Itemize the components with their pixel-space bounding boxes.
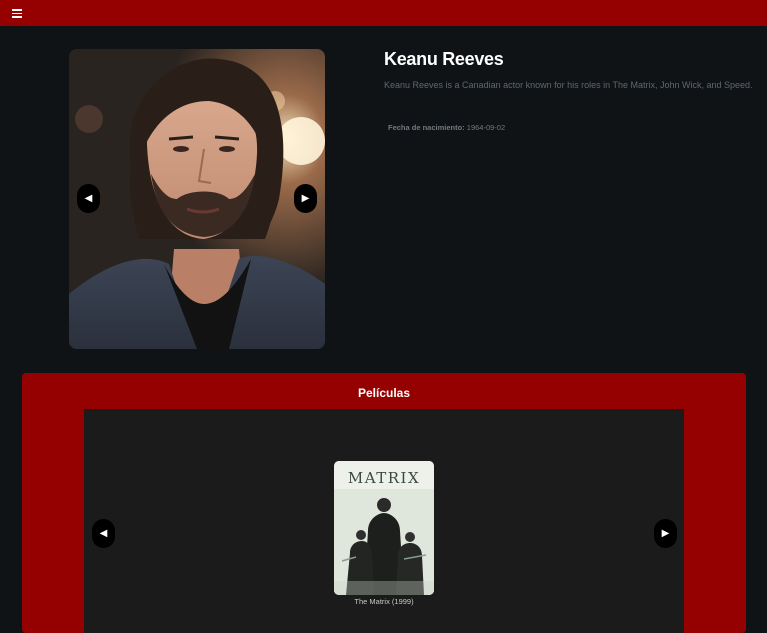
films-prev-button[interactable]: ◀ — [92, 519, 115, 548]
films-title: Películas — [357, 386, 411, 400]
hamburger-menu-icon[interactable] — [12, 7, 24, 19]
birth-date-row: Fecha de nacimiento: 1964-09-02 — [388, 123, 764, 132]
films-prev-icon: ◀ — [99, 528, 108, 539]
film-poster: MATRIX — [334, 461, 434, 595]
film-caption: The Matrix (1999) — [354, 597, 414, 606]
film-card[interactable]: MATRIX The Matrix (1999) — [334, 461, 434, 606]
films-carousel: ◀ MATRIX The Matrix (1999) ▶ — [84, 409, 684, 633]
photo-next-icon: ▶ — [301, 193, 310, 204]
actor-portrait-image — [69, 49, 325, 349]
actor-photo: ◀ ▶ — [69, 49, 325, 349]
photo-prev-button[interactable]: ◀ — [77, 184, 100, 213]
films-next-icon: ▶ — [661, 528, 670, 539]
films-next-button[interactable]: ▶ — [654, 519, 677, 548]
poster-title-text: MATRIX — [348, 469, 420, 487]
films-section: Películas ◀ MATRIX The Matrix (1999) ▶ — [22, 373, 746, 633]
birth-date-value: 1964-09-02 — [466, 123, 506, 132]
actor-bio: Keanu Reeves is a Canadian actor known f… — [384, 80, 753, 90]
actor-info: Keanu Reeves Keanu Reeves is a Canadian … — [384, 48, 764, 132]
top-bar — [0, 0, 767, 26]
photo-prev-icon: ◀ — [84, 193, 93, 204]
birth-date-label: Fecha de nacimiento: — [388, 123, 465, 132]
matrix-poster-image: MATRIX — [334, 461, 434, 595]
photo-next-button[interactable]: ▶ — [294, 184, 317, 213]
actor-name: Keanu Reeves — [384, 49, 504, 69]
